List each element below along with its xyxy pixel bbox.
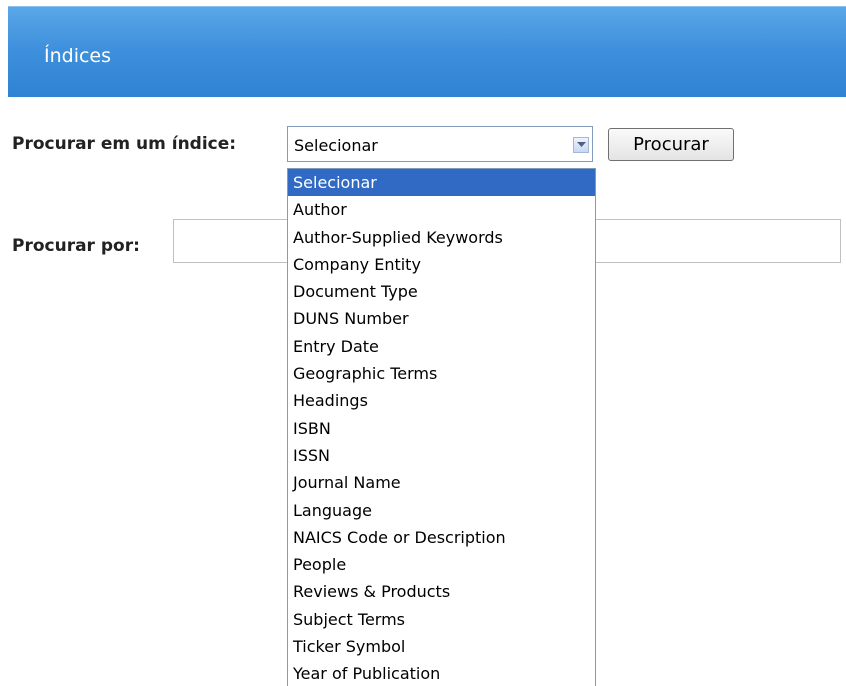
dropdown-option-author-supplied-keywords[interactable]: Author-Supplied Keywords — [288, 224, 595, 251]
page: Índices Procurar em um índice: Seleciona… — [0, 0, 846, 686]
index-select[interactable]: Selecionar — [287, 126, 593, 162]
dropdown-option-company-entity[interactable]: Company Entity — [288, 251, 595, 278]
chevron-down-icon[interactable] — [573, 137, 589, 153]
dropdown-option-duns-number[interactable]: DUNS Number — [288, 305, 595, 332]
dropdown-option-isbn[interactable]: ISBN — [288, 415, 595, 442]
index-select-value: Selecionar — [294, 136, 378, 155]
search-for-label: Procurar por: — [12, 236, 140, 256]
dropdown-option-issn[interactable]: ISSN — [288, 442, 595, 469]
dropdown-option-entry-date[interactable]: Entry Date — [288, 333, 595, 360]
dropdown-option-language[interactable]: Language — [288, 497, 595, 524]
index-dropdown-list: Selecionar Author Author-Supplied Keywor… — [287, 168, 596, 686]
dropdown-option-subject-terms[interactable]: Subject Terms — [288, 606, 595, 633]
page-title: Índices — [44, 45, 112, 67]
dropdown-option-geographic-terms[interactable]: Geographic Terms — [288, 360, 595, 387]
search-button[interactable]: Procurar — [608, 128, 734, 161]
dropdown-option-selecionar[interactable]: Selecionar — [288, 169, 595, 197]
dropdown-option-ticker-symbol[interactable]: Ticker Symbol — [288, 633, 595, 660]
dropdown-option-journal-name[interactable]: Journal Name — [288, 469, 595, 496]
dropdown-option-reviews-products[interactable]: Reviews & Products — [288, 578, 595, 605]
index-select-label: Procurar em um índice: — [12, 134, 237, 154]
header-bar: Índices — [8, 6, 846, 97]
dropdown-option-naics-code[interactable]: NAICS Code or Description — [288, 524, 595, 551]
dropdown-option-people[interactable]: People — [288, 551, 595, 578]
dropdown-option-year-of-publication[interactable]: Year of Publication — [288, 660, 595, 686]
dropdown-option-author[interactable]: Author — [288, 196, 595, 223]
dropdown-option-headings[interactable]: Headings — [288, 387, 595, 414]
dropdown-option-document-type[interactable]: Document Type — [288, 278, 595, 305]
